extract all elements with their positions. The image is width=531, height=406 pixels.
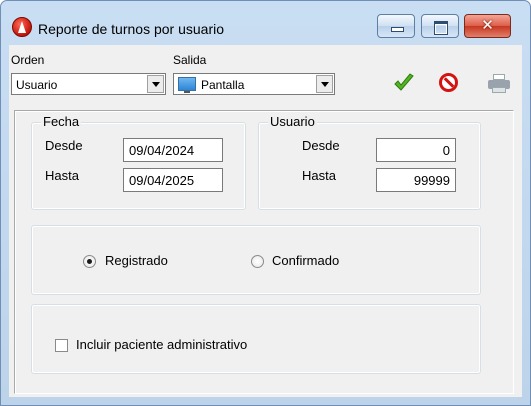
window-title: Reporte de turnos por usuario: [38, 21, 224, 37]
app-logo-icon: [12, 17, 32, 37]
minimize-button[interactable]: [377, 14, 415, 38]
check-icon[interactable]: [393, 72, 415, 94]
orden-select[interactable]: Usuario: [11, 73, 166, 95]
report-window: Reporte de turnos por usuario ✕ Orden Us…: [0, 0, 531, 406]
confirmado-radio[interactable]: [251, 255, 264, 268]
fecha-hasta-field[interactable]: 09/04/2025: [123, 168, 223, 192]
orden-label: Orden: [11, 53, 45, 67]
incluir-paciente-checkbox[interactable]: [55, 339, 68, 352]
opciones-group: Incluir paciente administrativo: [31, 304, 481, 374]
usuario-desde-label: Desde: [302, 138, 340, 153]
incluir-paciente-label[interactable]: Incluir paciente administrativo: [76, 337, 247, 352]
close-button[interactable]: ✕: [464, 14, 511, 38]
maximize-button[interactable]: [421, 14, 459, 38]
fecha-hasta-label: Hasta: [45, 168, 79, 183]
fecha-desde-field[interactable]: 09/04/2024: [123, 138, 223, 162]
printer-icon[interactable]: [488, 74, 510, 94]
orden-value: Usuario: [16, 78, 58, 92]
close-icon: ✕: [481, 17, 494, 34]
usuario-legend: Usuario: [268, 114, 317, 129]
filters-panel: Fecha Desde 09/04/2024 Hasta 09/04/2025 …: [14, 110, 514, 394]
usuario-group: Usuario Desde 0 Hasta 99999: [258, 114, 481, 210]
usuario-desde-field[interactable]: 0: [376, 138, 456, 162]
registrado-label[interactable]: Registrado: [105, 253, 168, 268]
chevron-down-icon[interactable]: [147, 75, 164, 93]
fecha-legend: Fecha: [41, 114, 82, 129]
salida-label: Salida: [173, 53, 207, 67]
title-bar[interactable]: Reporte de turnos por usuario ✕: [1, 1, 530, 45]
usuario-hasta-label: Hasta: [302, 168, 336, 183]
cancel-icon[interactable]: [439, 73, 458, 92]
fecha-desde-label: Desde: [45, 138, 83, 153]
registrado-radio[interactable]: [83, 255, 96, 268]
salida-value: Pantalla: [201, 78, 245, 92]
salida-select[interactable]: Pantalla: [173, 73, 335, 95]
estado-group: Registrado Confirmado: [31, 225, 481, 295]
monitor-icon: [178, 77, 196, 93]
usuario-hasta-field[interactable]: 99999: [376, 168, 456, 192]
fecha-group: Fecha Desde 09/04/2024 Hasta 09/04/2025: [31, 114, 246, 210]
chevron-down-icon[interactable]: [316, 75, 333, 93]
client-area: Orden Usuario Salida Pantalla Fecha Desd…: [9, 45, 522, 397]
confirmado-label[interactable]: Confirmado: [272, 253, 339, 268]
